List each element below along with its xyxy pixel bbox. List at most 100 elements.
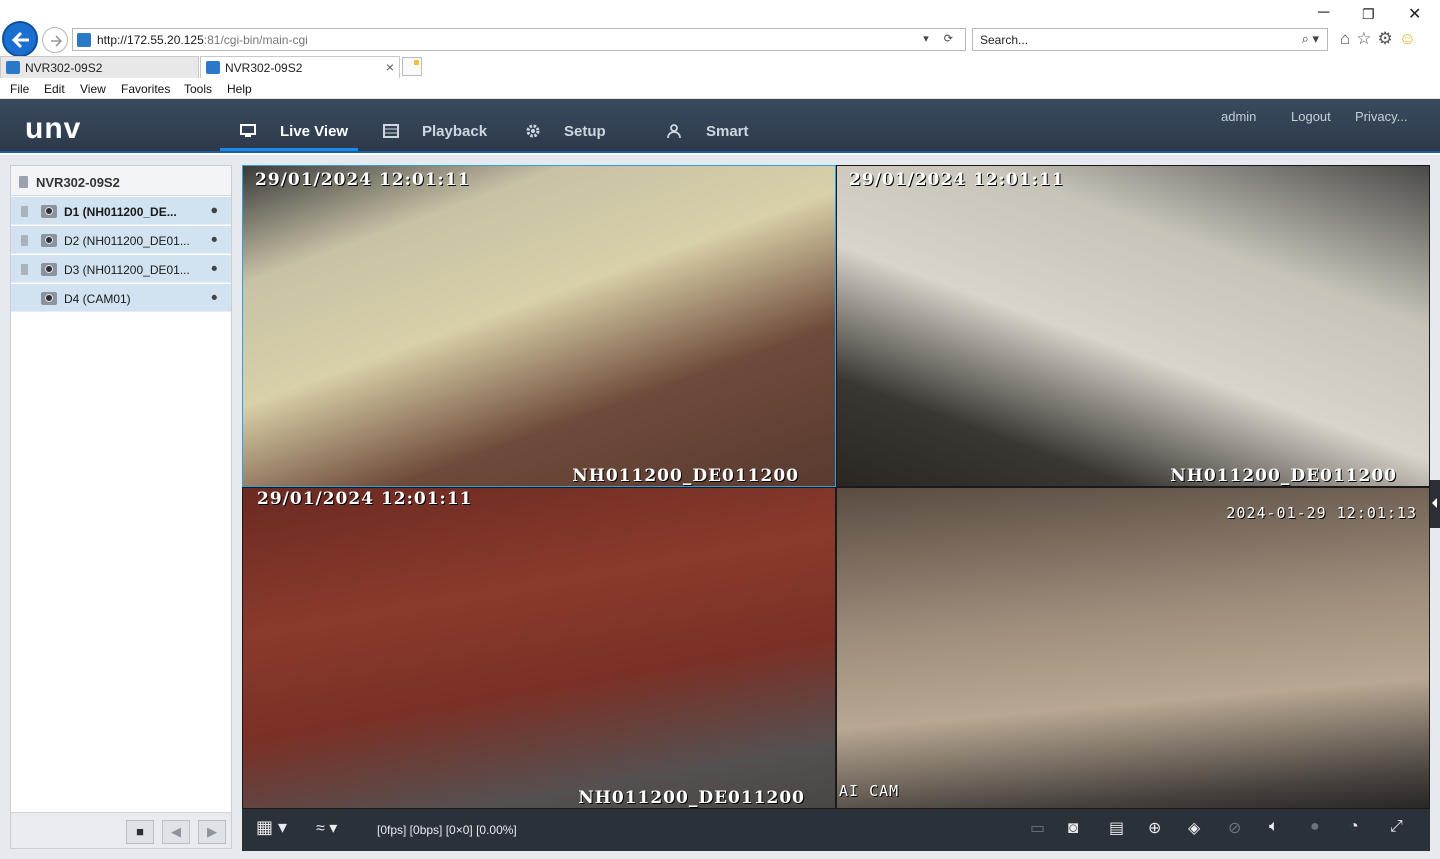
osd-timestamp: 29/01/2024 12:01:11 bbox=[255, 170, 471, 190]
film-icon bbox=[383, 124, 399, 138]
ptz-control-icon[interactable]: ◈ bbox=[1188, 818, 1200, 838]
search-input[interactable]: Search... ⌕ ▾ bbox=[972, 28, 1328, 51]
browser-tab-strip: NVR302-09S2 NVR302-09S2 × bbox=[0, 56, 1440, 78]
browser-chrome: http://172.55.20.125:81/cgi-bin/main-cgi… bbox=[0, 0, 1440, 57]
tab-label: NVR302-09S2 bbox=[25, 61, 103, 75]
logout-link[interactable]: Logout bbox=[1291, 109, 1331, 124]
camera-label: D1 (NH011200_DE... bbox=[64, 205, 177, 219]
camera-icon bbox=[41, 234, 57, 247]
forward-button[interactable] bbox=[42, 27, 68, 53]
camera-label: D4 (CAM01) bbox=[64, 292, 131, 306]
browser-toolbar-icons: ⌂☆⚙☺ bbox=[1340, 29, 1422, 49]
stream-off-icon[interactable]: ⊘ bbox=[1228, 818, 1241, 838]
refresh-icon[interactable]: ▾ ⟳ bbox=[923, 32, 959, 45]
camera-label: D3 (NH011200_DE01... bbox=[64, 263, 190, 277]
smiley-feedback-icon[interactable]: ☺ bbox=[1399, 29, 1422, 48]
video-grid: 29/01/2024 12:01:11 NH011200_DE011200 29… bbox=[242, 165, 1430, 809]
channel-status-icon bbox=[21, 264, 28, 275]
new-tab-button[interactable] bbox=[402, 57, 422, 76]
camera-item-d3[interactable]: D3 (NH011200_DE01... ⏺︎ bbox=[11, 255, 231, 283]
device-title[interactable]: NVR302-09S2 bbox=[11, 166, 231, 196]
back-button[interactable] bbox=[2, 21, 38, 57]
layout-grid-icon[interactable]: ▦ ▾ bbox=[256, 817, 287, 838]
unv-logo: unv bbox=[25, 112, 82, 145]
camera-icon bbox=[41, 292, 57, 305]
osd-timestamp: 29/01/2024 12:01:11 bbox=[257, 489, 473, 509]
osd-channel-name: NH011200_DE011200 bbox=[572, 466, 799, 486]
minimize-button[interactable]: ─ bbox=[1318, 4, 1329, 22]
menu-file[interactable]: File bbox=[10, 82, 29, 96]
close-window-button[interactable]: ✕ bbox=[1408, 4, 1421, 24]
record-icon[interactable]: ⏺︎ bbox=[212, 205, 218, 218]
privacy-link[interactable]: Privacy... bbox=[1355, 109, 1408, 124]
next-page-button[interactable]: ▶ bbox=[198, 820, 226, 844]
channel-status-icon bbox=[21, 206, 28, 217]
nav-label: Live View bbox=[280, 123, 349, 140]
tab-close-icon[interactable]: × bbox=[386, 59, 394, 75]
monitor-icon bbox=[240, 124, 256, 137]
favorites-star-icon[interactable]: ☆ bbox=[1356, 29, 1377, 48]
stream-select-icon[interactable]: ≈ ▾ bbox=[316, 818, 337, 838]
restore-button[interactable]: ❐ bbox=[1362, 6, 1375, 23]
menu-bar: File Edit View Favorites Tools Help bbox=[0, 78, 1440, 99]
search-placeholder: Search... bbox=[980, 33, 1029, 47]
gear-icon bbox=[526, 124, 540, 138]
camera-item-d1[interactable]: D1 (NH011200_DE... ⏺︎ bbox=[11, 197, 231, 225]
channel-status-icon bbox=[21, 235, 28, 246]
nav-smart[interactable]: Smart bbox=[666, 99, 766, 151]
camera-item-d2[interactable]: D2 (NH011200_DE01... ⏺︎ bbox=[11, 226, 231, 254]
record-icon[interactable]: ⏺︎ bbox=[212, 292, 218, 305]
browser-tab-2[interactable]: NVR302-09S2 × bbox=[200, 56, 400, 78]
record-icon[interactable]: ⏺︎ bbox=[212, 234, 218, 247]
nav-playback[interactable]: Playback bbox=[382, 99, 502, 151]
video-tile-3[interactable]: 29/01/2024 12:01:11 NH011200_DE011200 bbox=[243, 488, 835, 808]
snapshot-icon[interactable]: ◙ bbox=[1068, 818, 1078, 838]
menu-view[interactable]: View bbox=[80, 82, 106, 96]
device-tree: NVR302-09S2 D1 (NH011200_DE... ⏺︎ D2 (NH… bbox=[10, 165, 232, 849]
browser-tab-1[interactable]: NVR302-09S2 bbox=[0, 56, 199, 78]
fullscreen-icon[interactable]: ⤢ bbox=[1390, 818, 1403, 836]
camera-icon bbox=[41, 263, 57, 276]
settings-gear-icon[interactable]: ⚙ bbox=[1378, 29, 1399, 48]
home-icon[interactable]: ⌂ bbox=[1340, 29, 1356, 48]
person-icon bbox=[667, 124, 681, 139]
nav-live-view[interactable]: Live View bbox=[220, 99, 358, 151]
digital-zoom-icon[interactable]: ⊕ bbox=[1148, 818, 1161, 838]
osd-channel-name: NH011200_DE011200 bbox=[578, 788, 805, 808]
address-host: http://172.55.20.125 bbox=[97, 33, 204, 47]
video-tile-4[interactable]: 2024-01-29 12:01:13 AI CAM bbox=[837, 488, 1429, 808]
menu-favorites[interactable]: Favorites bbox=[121, 82, 170, 96]
camera-icon bbox=[41, 205, 57, 218]
tab-favicon-icon bbox=[6, 61, 20, 74]
page-favicon-icon bbox=[77, 33, 91, 47]
previous-page-button[interactable]: ◀ bbox=[162, 820, 190, 844]
menu-tools[interactable]: Tools bbox=[184, 82, 212, 96]
stop-all-button[interactable]: ■ bbox=[126, 820, 154, 844]
record-icon[interactable]: ⏺︎ bbox=[212, 263, 218, 276]
main-area: NVR302-09S2 D1 (NH011200_DE... ⏺︎ D2 (NH… bbox=[0, 155, 1440, 859]
address-path: :81/cgi-bin/main-cgi bbox=[203, 33, 308, 47]
menu-help[interactable]: Help bbox=[227, 82, 252, 96]
microphone-icon[interactable]: ● bbox=[1310, 818, 1320, 836]
tab-label: NVR302-09S2 bbox=[225, 61, 303, 75]
record-clip-icon[interactable]: ▤ bbox=[1109, 818, 1124, 838]
menu-edit[interactable]: Edit bbox=[44, 82, 65, 96]
video-tile-1[interactable]: 29/01/2024 12:01:11 NH011200_DE011200 bbox=[242, 165, 836, 487]
camera-item-d4[interactable]: D4 (CAM01) ⏺︎ bbox=[11, 284, 231, 312]
volume-icon[interactable]: 🔈︎ bbox=[1269, 818, 1279, 836]
nav-setup[interactable]: Setup bbox=[524, 99, 624, 151]
window-info-icon[interactable]: ▭ bbox=[1030, 818, 1045, 838]
app-header: unv Live View Playback Setup Smart admin… bbox=[0, 99, 1440, 153]
camera-label: D2 (NH011200_DE01... bbox=[64, 234, 190, 248]
username: admin bbox=[1221, 109, 1257, 124]
address-bar[interactable]: http://172.55.20.125:81/cgi-bin/main-cgi… bbox=[72, 28, 966, 51]
video-tile-2[interactable]: 29/01/2024 12:01:11 NH011200_DE011200 bbox=[837, 166, 1429, 486]
collapse-panel-handle[interactable] bbox=[1430, 480, 1440, 528]
stream-stats: [0fps] [0bps] [0×0] [0.00%] bbox=[377, 823, 517, 837]
osd-timestamp: 29/01/2024 12:01:11 bbox=[849, 170, 1065, 190]
osd-timestamp: 2024-01-29 12:01:13 bbox=[1226, 504, 1417, 522]
search-icon[interactable]: ⌕ ▾ bbox=[1302, 31, 1319, 47]
tab-favicon-icon bbox=[206, 61, 220, 74]
arrow-left-icon bbox=[11, 31, 29, 49]
3d-positioning-icon[interactable]: ◔ bbox=[1349, 818, 1359, 836]
